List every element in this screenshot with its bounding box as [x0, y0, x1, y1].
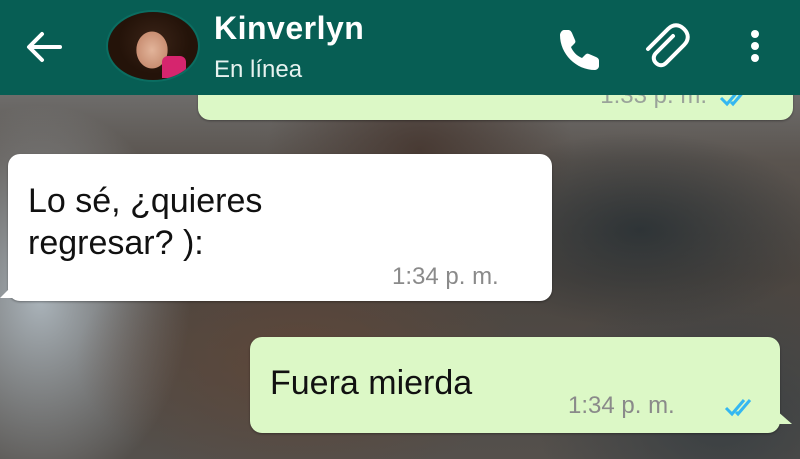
phone-icon — [560, 30, 599, 70]
bubble-tail — [776, 410, 792, 424]
message-text: Lo sé, ¿quieres regresar? ): — [28, 182, 263, 262]
avatar[interactable] — [106, 10, 200, 82]
contact-name[interactable]: Kinverlyn — [214, 10, 364, 47]
arrow-left-icon — [27, 32, 62, 62]
contact-status: En línea — [214, 56, 303, 83]
message-time: 1:34 p. m. — [392, 263, 499, 290]
call-button[interactable] — [554, 22, 604, 72]
message-text: Fuera mierda — [270, 364, 473, 402]
message-time: 1:34 p. m. — [568, 392, 675, 419]
back-button[interactable] — [24, 30, 64, 64]
attach-button[interactable] — [640, 22, 690, 72]
menu-button[interactable] — [738, 22, 788, 72]
more-vert-icon — [751, 30, 759, 62]
chat-header: Kinverlyn En línea — [0, 0, 800, 95]
bubble-tail — [0, 284, 14, 298]
double-check-icon — [724, 399, 752, 417]
paperclip-icon — [646, 23, 690, 68]
